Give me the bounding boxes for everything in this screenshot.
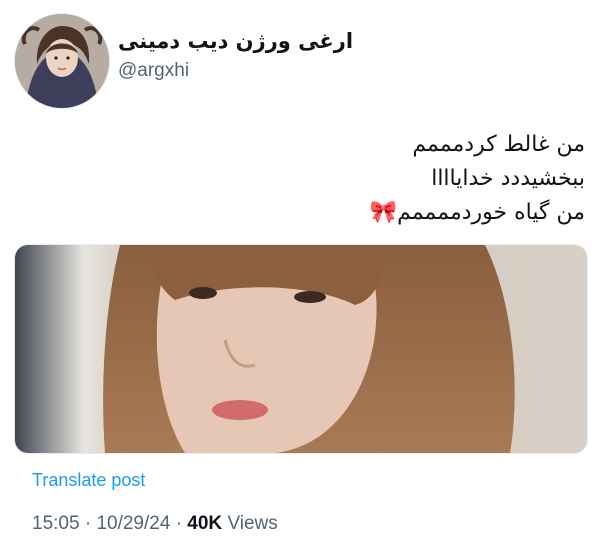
tweet-line-text: من گیاه خوردممممم <box>397 200 585 225</box>
tweet-line: من گیاه خوردممممم🎀 <box>25 196 585 230</box>
avatar-photo <box>15 14 109 108</box>
tweet-media-photo[interactable] <box>14 244 588 454</box>
ribbon-emoji-icon: 🎀 <box>369 200 398 225</box>
tweet-line: ببخشیددد خدایاااا <box>431 166 585 191</box>
photo-image <box>15 245 587 453</box>
views-label: Views <box>227 513 278 534</box>
tweet-date[interactable]: 10/29/24 <box>96 513 170 534</box>
views-count: 40K <box>187 513 223 534</box>
translate-post-link[interactable]: Translate post <box>32 470 145 491</box>
tweet-line: من غالط کردمممم <box>412 132 585 157</box>
tweet-meta: 15:05 · 10/29/24 · 40K Views <box>32 513 278 535</box>
avatar[interactable] <box>14 13 110 109</box>
tweet-author: ارغی ورژن دیب دمینی @argxhi <box>118 28 580 82</box>
author-display-name[interactable]: ارغی ورژن دیب دمینی <box>118 28 580 54</box>
meta-separator: · <box>175 513 183 534</box>
tweet-text: من غالط کردمممم ببخشیددد خدایاااا من گیا… <box>25 128 585 230</box>
author-handle[interactable]: @argxhi <box>118 60 580 82</box>
meta-separator: · <box>84 513 92 534</box>
tweet-time[interactable]: 15:05 <box>32 513 80 534</box>
